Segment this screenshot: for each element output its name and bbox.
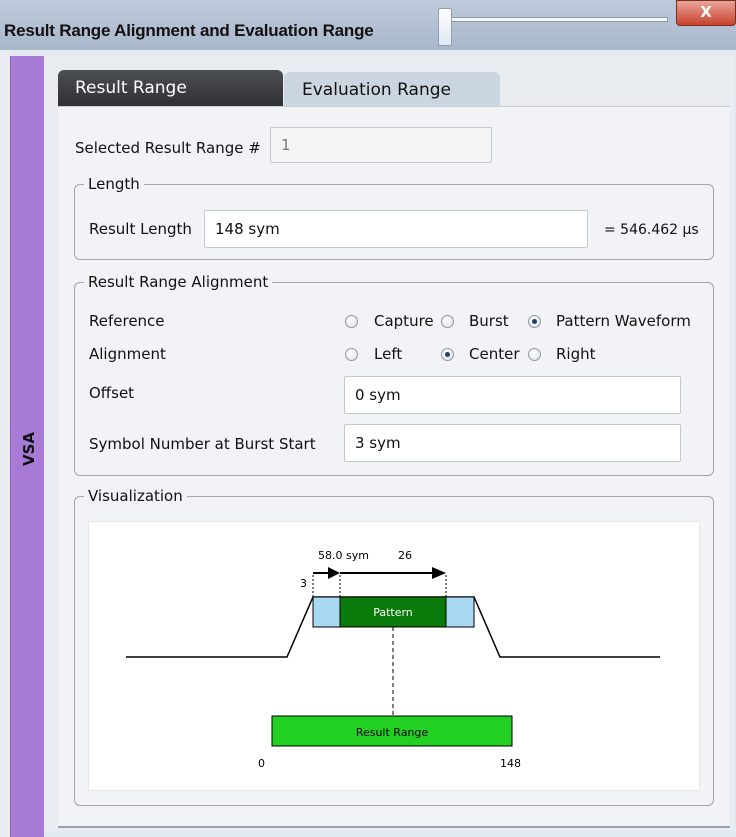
alignment-left-radio[interactable]: [345, 348, 358, 361]
pattern-end-label: 26: [398, 549, 412, 562]
alignment-center-radio[interactable]: [441, 348, 454, 361]
guard-left: [312, 596, 341, 628]
visualization-diagram: Pattern 58.0 sym 26 3 Result Range 0 148: [88, 521, 700, 791]
transparency-slider-handle[interactable]: [438, 8, 452, 46]
alignment-left-label[interactable]: Left: [374, 345, 402, 363]
result-range-label: Result Range: [356, 726, 429, 739]
symbol-number-label: Symbol Number at Burst Start: [89, 435, 316, 453]
selected-result-range-field[interactable]: 1: [270, 127, 492, 163]
guard-right: [445, 596, 475, 628]
visualization-canvas: [88, 521, 700, 791]
result-end-label: 148: [500, 757, 521, 770]
tab-result-range[interactable]: Result Range: [58, 70, 283, 106]
visualization-legend: Visualization: [84, 487, 187, 505]
result-length-field[interactable]: 148 sym: [204, 210, 588, 248]
alignment-label: Alignment: [89, 345, 166, 363]
pattern-start-label: 3: [300, 577, 307, 590]
reference-label: Reference: [89, 312, 165, 330]
result-length-label: Result Length: [89, 220, 192, 238]
vsa-side-label-wrap: VSA: [18, 430, 38, 470]
pattern-label: Pattern: [373, 606, 413, 619]
transparency-slider-track[interactable]: [444, 17, 668, 22]
window-title: Result Range Alignment and Evaluation Ra…: [4, 21, 374, 40]
alignment-right-label[interactable]: Right: [556, 345, 596, 363]
alignment-center-label[interactable]: Center: [469, 345, 520, 363]
bottom-rule: [58, 826, 730, 828]
length-legend: Length: [84, 175, 144, 193]
alignment-legend: Result Range Alignment: [84, 273, 273, 291]
vsa-side-label: VSA: [20, 431, 39, 467]
result-length-time: = 546.462 µs: [604, 222, 699, 238]
tab-evaluation-range[interactable]: Evaluation Range: [284, 72, 500, 106]
reference-burst-label[interactable]: Burst: [469, 312, 509, 330]
offset-label: Offset: [89, 384, 135, 402]
reference-pattern-waveform-label[interactable]: Pattern Waveform: [556, 312, 691, 330]
result-start-label: 0: [258, 757, 265, 770]
reference-capture-label[interactable]: Capture: [374, 312, 434, 330]
offset-field[interactable]: 0 sym: [344, 376, 681, 414]
pattern-length-label: 58.0 sym: [318, 549, 369, 562]
reference-capture-radio[interactable]: [345, 315, 358, 328]
symbol-number-field[interactable]: 3 sym: [344, 424, 681, 462]
close-button[interactable]: X: [676, 0, 736, 26]
alignment-right-radio[interactable]: [528, 348, 541, 361]
reference-burst-radio[interactable]: [441, 315, 454, 328]
selected-result-range-label: Selected Result Range #: [75, 139, 261, 157]
reference-pattern-waveform-radio[interactable]: [528, 315, 541, 328]
